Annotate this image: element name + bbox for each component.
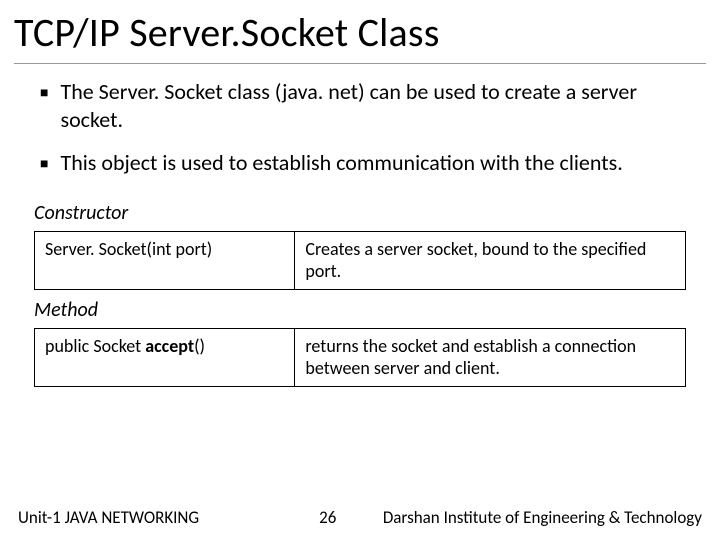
footer-page: 26 (199, 507, 336, 528)
slide-title: TCP/IP Server.Socket Class (0, 0, 720, 63)
table-cell: public Socket accept() (35, 328, 295, 386)
section-heading-constructor: Constructor (0, 193, 720, 231)
constructor-table: Server. Socket(int port) Creates a serve… (0, 231, 720, 290)
list-item: ■ The Server. Socket class (java. net) c… (40, 78, 680, 133)
method-table: public Socket accept() returns the socke… (0, 328, 720, 387)
footer-unit: Unit-1 JAVA NETWORKING (0, 507, 199, 528)
table-cell: returns the socket and establish a conne… (295, 328, 686, 386)
list-item-text: The Server. Socket class (java. net) can… (60, 78, 680, 133)
bullet-list: ■ The Server. Socket class (java. net) c… (0, 64, 720, 177)
table-cell: Server. Socket(int port) (35, 231, 295, 289)
list-item-text: This object is used to establish communi… (60, 149, 622, 177)
square-bullet-icon: ■ (40, 84, 48, 102)
footer-institute: Darshan Institute of Engineering & Techn… (383, 507, 720, 528)
list-item: ■ This object is used to establish commu… (40, 149, 680, 177)
table-cell: Creates a server socket, bound to the sp… (295, 231, 686, 289)
slide: TCP/IP Server.Socket Class ■ The Server.… (0, 0, 720, 540)
table-row: public Socket accept() returns the socke… (35, 328, 686, 386)
table-row: Server. Socket(int port) Creates a serve… (35, 231, 686, 289)
section-heading-method: Method (0, 290, 720, 328)
square-bullet-icon: ■ (40, 155, 48, 173)
footer: Unit-1 JAVA NETWORKING 26 Darshan Instit… (0, 507, 720, 528)
